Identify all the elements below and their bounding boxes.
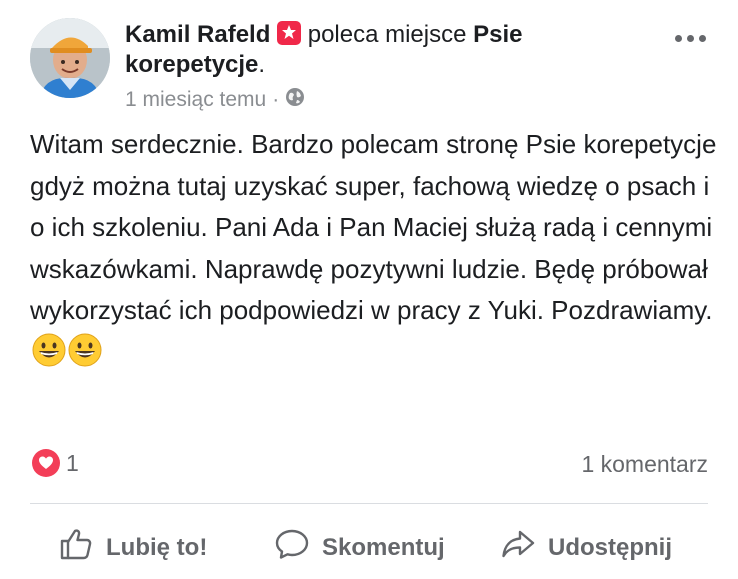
grinning-face-emoji bbox=[68, 333, 102, 367]
share-arrow-icon bbox=[500, 526, 536, 569]
action-bar: Lubię to! Skomentuj Udostępnij bbox=[0, 518, 738, 574]
comment-label: Skomentuj bbox=[322, 533, 445, 561]
meta-separator: · bbox=[272, 88, 280, 111]
like-button[interactable]: Lubię to! bbox=[58, 526, 207, 569]
author-name[interactable]: Kamil Rafeld bbox=[125, 21, 270, 48]
review-post: Kamil Rafeld poleca miejsce Psie korepet… bbox=[0, 0, 738, 579]
more-options-button[interactable] bbox=[668, 26, 712, 50]
globe-icon bbox=[285, 87, 305, 113]
recommend-icon bbox=[277, 21, 302, 45]
grinning-face-emoji bbox=[32, 333, 66, 367]
more-dot bbox=[674, 34, 682, 42]
share-label: Udostępnij bbox=[548, 533, 672, 561]
like-label: Lubię to! bbox=[106, 533, 208, 561]
post-meta: 1 miesiąc temu · bbox=[125, 87, 305, 113]
love-reaction-icon bbox=[32, 449, 60, 477]
page-name-suffix: . bbox=[258, 51, 266, 78]
comments-count-link[interactable]: 1 komentarz bbox=[581, 451, 708, 478]
comment-bubble-icon bbox=[274, 526, 310, 569]
action-text: poleca miejsce bbox=[301, 21, 474, 48]
timestamp[interactable]: 1 miesiąc temu bbox=[125, 88, 266, 112]
author-avatar[interactable] bbox=[30, 18, 110, 98]
comment-button[interactable]: Skomentuj bbox=[274, 526, 445, 569]
reaction-count: 1 bbox=[66, 449, 79, 476]
avatar-image bbox=[30, 18, 110, 98]
thumbs-up-icon bbox=[58, 526, 94, 569]
more-dot bbox=[698, 34, 706, 42]
more-dot bbox=[686, 34, 694, 42]
share-button[interactable]: Udostępnij bbox=[500, 526, 672, 569]
post-body: Witam serdecznie. Bardzo polecam stronę … bbox=[30, 124, 720, 373]
reactions-summary[interactable]: 1 bbox=[32, 449, 79, 477]
divider bbox=[30, 503, 708, 504]
post-header: Kamil Rafeld poleca miejsce Psie korepet… bbox=[125, 20, 645, 80]
post-body-text: Witam serdecznie. Bardzo polecam stronę … bbox=[30, 129, 717, 325]
